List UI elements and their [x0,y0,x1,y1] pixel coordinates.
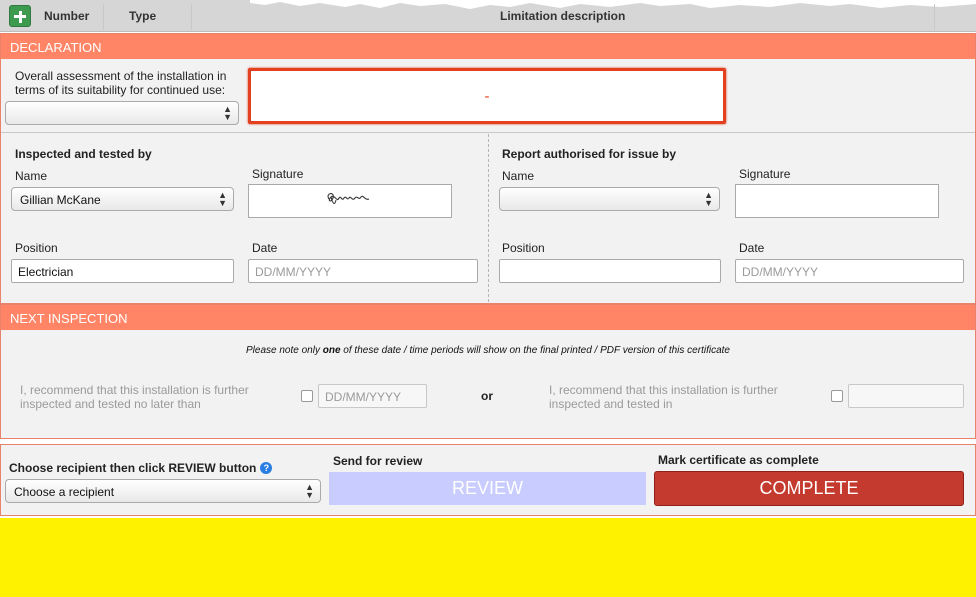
authorised-signature-label: Signature [739,167,791,181]
recipient-label: Choose recipient then click REVIEW butto… [9,461,273,475]
column-header-limitation: Limitation description [500,9,626,23]
note-text: of these date / time periods will show o… [340,345,730,356]
next-inspection-note: Please note only one of these date / tim… [0,345,976,356]
declaration-divider [1,132,975,133]
inspected-position-label: Position [15,241,58,255]
select-arrows-icon: ▲ ▼ [223,104,232,122]
recommend-date-field[interactable]: DD/MM/YYYY [318,384,427,408]
inspected-signature-box[interactable] [248,184,452,218]
inspected-heading: Inspected and tested by [15,147,152,161]
authorised-signature-box[interactable] [735,184,939,218]
limitations-table-header: Number Type Limitation description [0,0,976,32]
review-button[interactable]: REVIEW [329,472,646,505]
column-header-type: Type [129,9,157,23]
assessment-result-value: - [484,88,490,105]
recipient-select-value: Choose a recipient [14,485,115,499]
inspected-name-value: Gillian McKane [20,193,101,207]
select-arrows-icon: ▲ ▼ [218,190,227,208]
authorised-heading: Report authorised for issue by [502,147,677,161]
signature-scribble [327,193,370,204]
inspected-position-field[interactable]: Electrician [11,259,234,283]
or-separator: or [481,389,493,403]
help-icon[interactable]: ? [260,462,273,474]
assessment-select[interactable]: ▲ ▼ [5,101,239,125]
next-inspection-section: NEXT INSPECTION [0,304,976,439]
authorised-position-field[interactable] [499,259,721,283]
column-divider [934,4,935,30]
recommend-period-line2: inspected and tested in [549,397,673,411]
authorised-name-select[interactable]: ▲ ▼ [499,187,720,211]
recommend-period-checkbox[interactable] [831,390,843,402]
recipient-select[interactable]: Choose a recipient ▲ ▼ [5,479,321,503]
inspected-date-label: Date [252,241,278,255]
select-arrows-icon: ▲ ▼ [305,482,314,500]
column-divider [103,4,104,30]
mark-complete-label: Mark certificate as complete [658,453,819,467]
recommend-date-line1: I, recommend that this installation is f… [20,383,249,397]
column-divider [191,4,192,30]
assessment-label-line1: Overall assessment of the installation i… [15,69,227,83]
inspected-name-label: Name [15,169,48,183]
recommend-date-checkbox[interactable] [301,390,313,402]
declaration-header: DECLARATION [1,34,975,59]
column-divider-dashed [488,134,489,302]
note-text: Please note only [246,345,323,356]
complete-button[interactable]: COMPLETE [654,471,964,506]
note-emphasis: one [322,345,341,356]
inspected-name-select[interactable]: Gillian McKane ▲ ▼ [11,187,234,211]
add-limitation-button[interactable] [9,5,31,27]
recipient-label-text: Choose recipient then click REVIEW butto… [9,461,257,475]
authorised-name-label: Name [502,169,535,183]
yellow-footer-banner [0,518,976,597]
recommend-period-line1: I, recommend that this installation is f… [549,383,778,397]
next-inspection-header: NEXT INSPECTION [1,305,975,330]
inspected-date-field[interactable]: DD/MM/YYYY [248,259,478,283]
authorised-date-label: Date [739,241,765,255]
authorised-position-label: Position [502,241,545,255]
assessment-label-line2: terms of its suitability for continued u… [15,83,226,97]
authorised-date-field[interactable]: DD/MM/YYYY [735,259,964,283]
recommend-date-line2: inspected and tested no later than [20,397,201,411]
assessment-result-box: - [248,68,726,124]
send-for-review-label: Send for review [333,454,423,468]
select-arrows-icon: ▲ ▼ [704,190,713,208]
inspected-signature-label: Signature [252,167,304,181]
column-header-number: Number [44,9,90,23]
recommend-period-field[interactable] [848,384,964,408]
